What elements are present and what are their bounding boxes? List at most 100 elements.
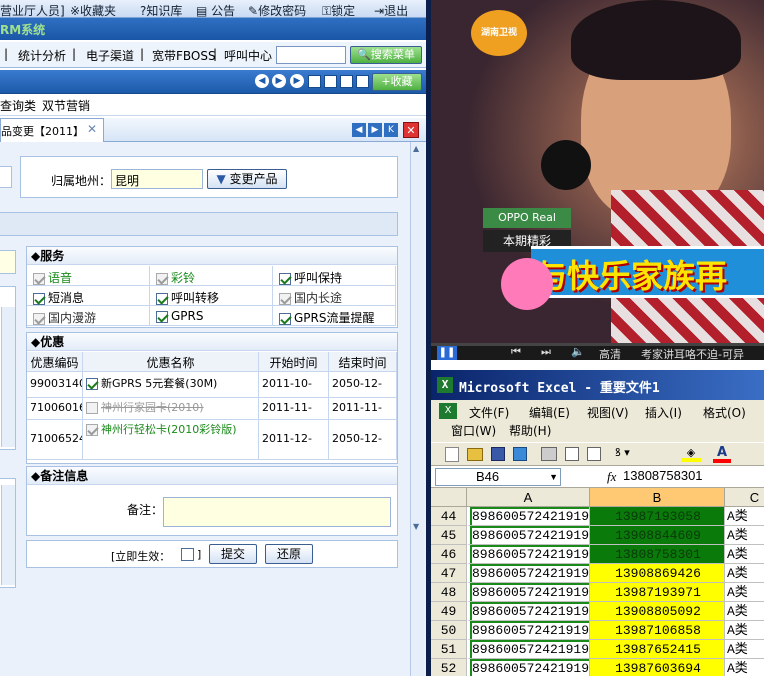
skip-back-icon[interactable]: ⏮ xyxy=(511,345,521,359)
grid-cell[interactable]: 13987603694 xyxy=(590,659,725,676)
service-checkbox[interactable] xyxy=(33,292,45,305)
left-list-scrollbar[interactable] xyxy=(1,307,15,447)
tab-prev-icon[interactable]: ◀ xyxy=(352,123,366,137)
research-icon[interactable]: ꝸ ▾ xyxy=(615,445,655,463)
select-all-corner[interactable] xyxy=(431,488,467,507)
grid-cell[interactable]: 13908844609 xyxy=(590,526,725,545)
row-header[interactable]: 50 xyxy=(431,621,467,640)
discount-cell-name[interactable]: 神州行家园卡(2010) xyxy=(83,398,259,420)
logout-link[interactable]: ⇥退出 xyxy=(374,2,408,19)
submenu-query[interactable]: 查询类 xyxy=(0,97,36,114)
row-header[interactable]: 51 xyxy=(431,640,467,659)
row-header[interactable]: 46 xyxy=(431,545,467,564)
row-header[interactable]: 49 xyxy=(431,602,467,621)
change-password-link[interactable]: ✎修改密码 xyxy=(248,2,306,19)
permission-icon[interactable] xyxy=(513,447,527,461)
close-window-icon[interactable]: ✕ xyxy=(403,122,419,138)
scroll-down-icon[interactable]: ▼ xyxy=(413,522,419,531)
close-tab-icon[interactable]: ✕ xyxy=(87,122,97,136)
layout-columns-icon[interactable] xyxy=(324,75,337,88)
grid-cell[interactable]: 898600572421919 xyxy=(467,621,590,640)
grid-cell[interactable]: A类 xyxy=(725,564,764,583)
service-item[interactable]: 国内漫游 xyxy=(27,306,150,326)
print-icon[interactable] xyxy=(541,447,557,461)
service-checkbox[interactable] xyxy=(156,310,168,323)
submit-button[interactable]: 提交 xyxy=(209,544,257,564)
menu-edit[interactable]: 编辑(E) xyxy=(529,404,570,421)
save-icon[interactable] xyxy=(491,447,505,461)
service-checkbox[interactable] xyxy=(279,272,291,285)
menu-search-input[interactable] xyxy=(276,46,346,64)
menu-file[interactable]: 文件(F) xyxy=(469,404,509,421)
menu-call-center[interactable]: 呼叫中心 xyxy=(224,47,272,64)
grid-cell[interactable]: A类 xyxy=(725,602,764,621)
grid-cell[interactable]: 13987652415 xyxy=(590,640,725,659)
service-item[interactable]: 彩铃 xyxy=(150,266,273,286)
open-folder-icon[interactable] xyxy=(467,448,483,461)
video-player[interactable]: 湖南卫视 OPPO Real 本期精彩 与快乐家族再 ❚❚ ⏮ ⏭ 🔈 高清 考… xyxy=(431,0,764,360)
grid-cell[interactable]: 13908805092 xyxy=(590,602,725,621)
layout-rows-icon[interactable] xyxy=(340,75,353,88)
content-scrollbar[interactable]: ▲ ▼ xyxy=(410,142,424,676)
grid-cell[interactable]: 13987193058 xyxy=(590,507,725,526)
service-item[interactable]: 呼叫保持 xyxy=(273,266,396,286)
scroll-up-icon[interactable]: ▲ xyxy=(413,144,419,153)
grid-cell[interactable]: A类 xyxy=(725,526,764,545)
row-header[interactable]: 44 xyxy=(431,507,467,526)
service-item[interactable]: 呼叫转移 xyxy=(150,286,273,306)
left-field-fragment[interactable] xyxy=(0,166,12,188)
service-item[interactable]: 短消息 xyxy=(27,286,150,306)
new-file-icon[interactable] xyxy=(445,447,459,462)
layout-grid-icon[interactable] xyxy=(308,75,321,88)
menu-statistics[interactable]: 统计分析 xyxy=(18,47,66,64)
service-item[interactable]: 国内长途 xyxy=(273,286,396,306)
grid-cell[interactable]: A类 xyxy=(725,621,764,640)
knowledge-base-link[interactable]: ?知识库 xyxy=(140,2,182,19)
column-header[interactable]: B xyxy=(590,488,725,507)
grid-cell[interactable]: A类 xyxy=(725,507,764,526)
name-box[interactable]: B46 ▼ xyxy=(435,468,561,486)
menu-window[interactable]: 窗口(W) xyxy=(451,422,496,439)
tab-product-change[interactable]: 品变更【2011】 ✕ xyxy=(0,118,104,142)
grid-cell[interactable]: 898600572421919 xyxy=(467,507,590,526)
next-icon[interactable]: ▶ xyxy=(272,74,286,88)
print-preview-icon[interactable] xyxy=(565,447,579,461)
tab-next-icon[interactable]: ▶ xyxy=(368,123,382,137)
progress-bar[interactable] xyxy=(431,343,764,346)
grid-cell[interactable]: A类 xyxy=(725,659,764,676)
effective-checkbox[interactable] xyxy=(181,548,194,561)
favorite-button[interactable]: +收藏 xyxy=(372,73,422,91)
tab-first-icon[interactable]: K xyxy=(384,123,398,137)
submenu-holiday-marketing[interactable]: 双节营销 xyxy=(42,97,90,114)
grid-cell[interactable]: 13908869426 xyxy=(590,564,725,583)
menu-e-channel[interactable]: 电子渠道 xyxy=(86,47,134,64)
prev-icon[interactable]: ◀ xyxy=(255,74,269,88)
row-header[interactable]: 52 xyxy=(431,659,467,676)
grid-cell[interactable]: 13808758301 xyxy=(590,545,725,564)
grid-cell[interactable]: 898600572421919 xyxy=(467,526,590,545)
change-product-button[interactable]: ▼ 变更产品 xyxy=(207,169,287,189)
quality-label[interactable]: 高清 xyxy=(599,346,621,360)
discount-cell-name[interactable]: 新GPRS 5元套餐(30M) xyxy=(83,372,259,398)
reset-button[interactable]: 还原 xyxy=(265,544,313,564)
workbook-icon[interactable]: X xyxy=(439,403,457,419)
service-checkbox[interactable] xyxy=(279,312,291,325)
menu-format[interactable]: 格式(O) xyxy=(703,404,746,421)
menu-help[interactable]: 帮助(H) xyxy=(509,422,551,439)
spelling-icon[interactable] xyxy=(587,447,601,461)
column-header[interactable]: A xyxy=(467,488,590,507)
left-input-fragment[interactable] xyxy=(0,250,16,274)
remark-textarea[interactable] xyxy=(163,497,391,527)
layout-full-icon[interactable] xyxy=(356,75,369,88)
skip-forward-icon[interactable]: ⏭ xyxy=(541,345,551,359)
pause-icon[interactable]: ❚❚ xyxy=(437,345,457,360)
notice-link[interactable]: ▤ 公告 xyxy=(196,2,235,19)
row-header[interactable]: 48 xyxy=(431,583,467,602)
menu-view[interactable]: 视图(V) xyxy=(587,404,629,421)
play-icon[interactable]: ▶ xyxy=(290,74,304,88)
grid-cell[interactable]: A类 xyxy=(725,583,764,602)
grid-cell[interactable]: A类 xyxy=(725,545,764,564)
fill-color-icon[interactable]: ◈ xyxy=(681,446,701,462)
formula-value[interactable]: 13808758301 xyxy=(623,468,703,483)
favorites-link[interactable]: ※收藏夹 xyxy=(70,2,116,19)
